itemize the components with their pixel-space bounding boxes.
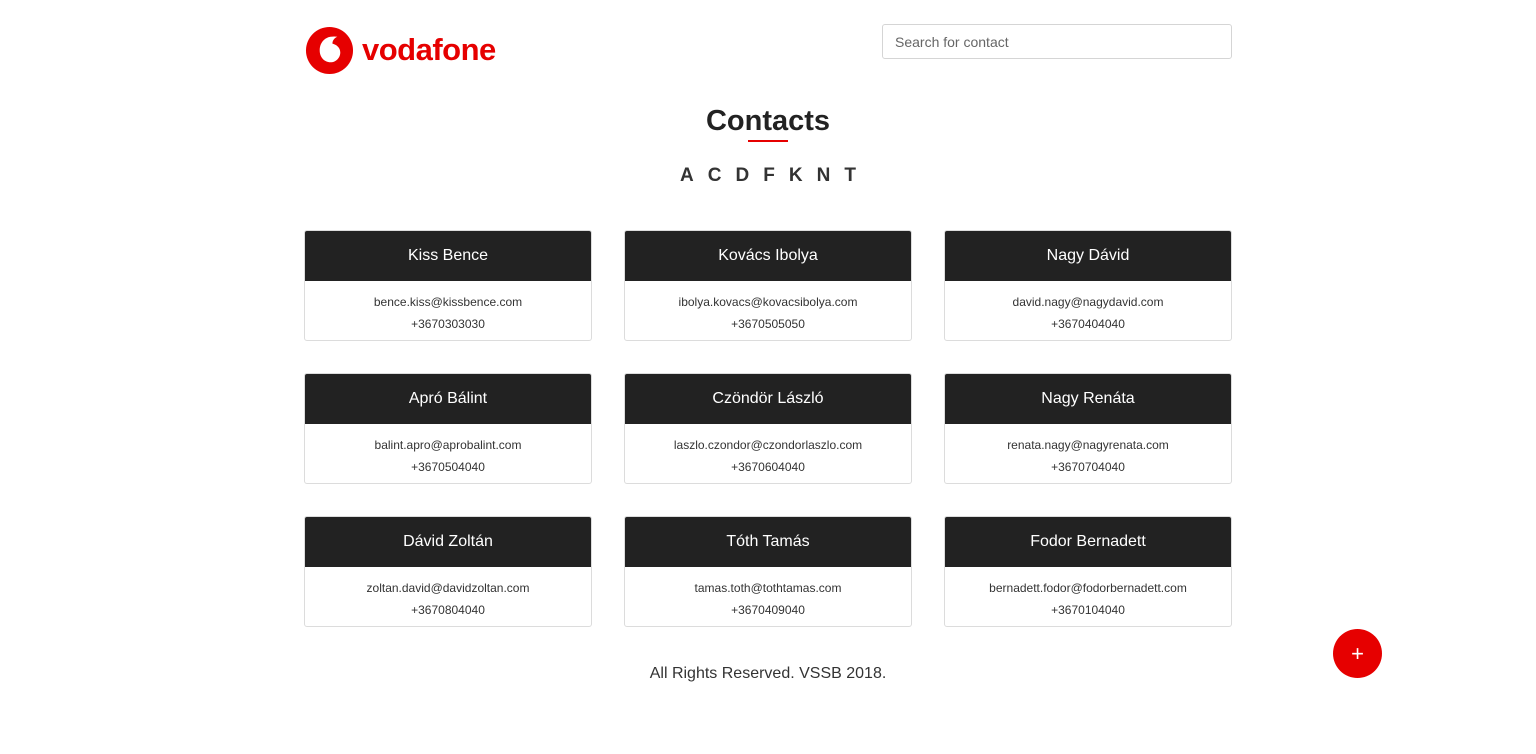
header: vodafone (304, 0, 1232, 90)
contact-email: zoltan.david@davidzoltan.com (366, 581, 530, 595)
contact-phone: +3670409040 (731, 603, 805, 617)
contact-card[interactable]: Dávid Zoltán zoltan.david@davidzoltan.com… (304, 516, 592, 627)
contact-details: bence.kiss@kissbence.com +3670303030 (305, 281, 591, 335)
title-underline (748, 140, 788, 142)
contact-name: Czöndör László (625, 374, 911, 424)
contact-details: zoltan.david@davidzoltan.com +3670804040 (305, 567, 591, 621)
page-container: vodafone Contacts ACDFKNT Kiss Bencebenc… (304, 0, 1232, 627)
letter-filter-n[interactable]: N (817, 163, 831, 189)
contact-email: renata.nagy@nagyrenata.com (1007, 438, 1169, 452)
contact-email: bence.kiss@kissbence.com (373, 295, 523, 309)
letter-filter-f[interactable]: F (763, 163, 775, 189)
letter-filter-a[interactable]: A (680, 163, 694, 189)
letter-filter-d[interactable]: D (736, 163, 750, 189)
contact-details: david.nagy@nagydavid.com +3670404040 (945, 281, 1231, 335)
contact-phone: +3670804040 (411, 603, 485, 617)
letter-filter-t[interactable]: T (844, 163, 856, 189)
letter-filter-c[interactable]: C (708, 163, 722, 189)
page-title: Contacts (705, 105, 831, 137)
contact-name: Nagy Dávid (945, 231, 1231, 281)
contact-phone: +3670505050 (731, 317, 805, 331)
contact-phone: +3670404040 (1051, 317, 1125, 331)
contact-email: tamas.toth@tothtamas.com (694, 581, 842, 595)
contact-card[interactable]: Kovács Ibolya ibolya.kovacs@kovacsibolya.… (624, 230, 912, 341)
contact-phone: +3670104040 (1051, 603, 1125, 617)
contact-details: renata.nagy@nagyrenata.com +3670704040 (945, 424, 1231, 478)
contact-phone: +3670504040 (411, 460, 485, 474)
contact-email: ibolya.kovacs@kovacsibolya.com (678, 295, 858, 309)
contact-name: Kiss Bence (305, 231, 591, 281)
contact-name: Nagy Renáta (945, 374, 1231, 424)
contact-card[interactable]: Kiss Bence bence.kiss@kissbence.com +36703… (304, 230, 592, 341)
contact-phone: +3670704040 (1051, 460, 1125, 474)
contact-email: balint.apro@aprobalint.com (374, 438, 522, 452)
contact-card[interactable]: Apró Bálint balint.apro@aprobalint.com +36… (304, 373, 592, 484)
contact-email: bernadett.fodor@fodorbernadett.com (989, 581, 1187, 595)
contact-card[interactable]: Czöndör László laszlo.czondor@czondorlasz… (624, 373, 912, 484)
vodafone-speechmark-icon (305, 26, 354, 74)
alphabet-filter: ACDFKNT (304, 163, 1232, 189)
contact-card[interactable]: Nagy Renáta renata.nagy@nagyrenata.com +36… (944, 373, 1232, 484)
letter-filter-k[interactable]: K (789, 163, 803, 189)
contact-email: laszlo.czondor@czondorlaszlo.com (673, 438, 863, 452)
contact-phone: +3670303030 (411, 317, 485, 331)
vodafone-logo[interactable]: vodafone (305, 25, 496, 75)
page-header: Contacts (304, 102, 1232, 142)
contact-phone: +3670604040 (731, 460, 805, 474)
contact-details: bernadett.fodor@fodorbernadett.com +36701… (945, 567, 1231, 621)
contact-details: ibolya.kovacs@kovacsibolya.com +367050505… (625, 281, 911, 335)
add-contact-button[interactable]: + (1333, 629, 1382, 678)
brand-name: vodafone (362, 32, 496, 67)
contact-details: balint.apro@aprobalint.com +3670504040 (305, 424, 591, 478)
contact-card[interactable]: Fodor Bernadett bernadett.fodor@fodorbern… (944, 516, 1232, 627)
plus-icon: + (1351, 640, 1364, 666)
contact-name: Kovács Ibolya (625, 231, 911, 281)
contact-name: Fodor Bernadett (945, 517, 1231, 567)
contact-details: tamas.toth@tothtamas.com +3670409040 (625, 567, 911, 621)
search-input[interactable] (882, 24, 1232, 59)
contact-name: Dávid Zoltán (305, 517, 591, 567)
footer-text: All Rights Reserved. VSSB 2018. (649, 665, 887, 682)
contact-email: david.nagy@nagydavid.com (1012, 295, 1164, 309)
contact-name: Tóth Tamás (625, 517, 911, 567)
contact-card[interactable]: Tóth Tamás tamas.toth@tothtamas.com +36704… (624, 516, 912, 627)
contact-details: laszlo.czondor@czondorlaszlo.com +3670604… (625, 424, 911, 478)
contact-name: Apró Bálint (305, 374, 591, 424)
contact-card[interactable]: Nagy Dávid david.nagy@nagydavid.com +36704… (944, 230, 1232, 341)
